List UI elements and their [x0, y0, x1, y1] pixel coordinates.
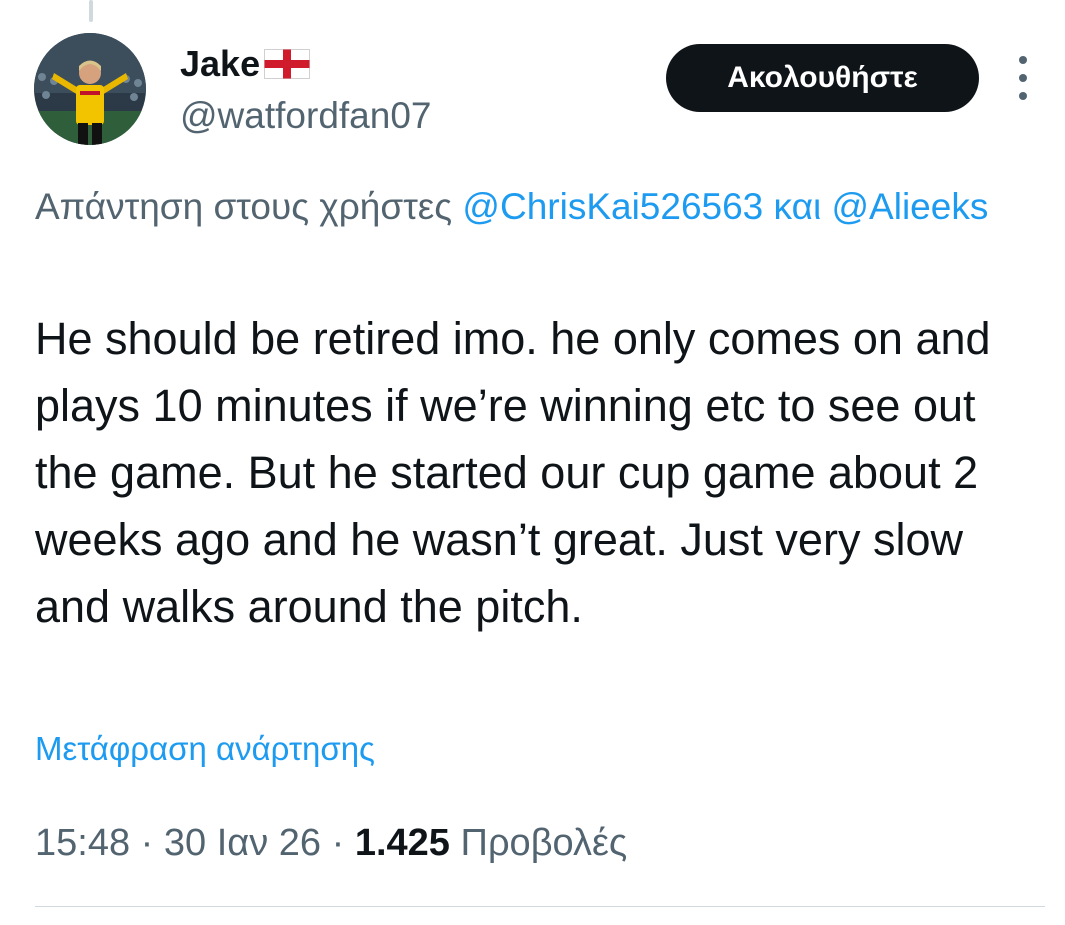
tweet-text: He should be retired imo. he only comes …	[35, 313, 991, 632]
display-name[interactable]: Jake	[180, 43, 311, 85]
reply-context-prefix: Απάντηση στους χρήστες	[35, 186, 453, 227]
divider	[35, 906, 1045, 907]
more-dot	[1019, 92, 1027, 100]
follow-button[interactable]: Ακολουθήστε	[666, 44, 979, 112]
thread-connector-line	[89, 0, 93, 22]
reply-context: Απάντηση στους χρήστες @ChrisKai526563 κ…	[35, 177, 1035, 237]
avatar-photo	[34, 33, 146, 145]
meta-separator: ·	[331, 822, 345, 864]
more-dot	[1019, 56, 1027, 64]
views-label[interactable]: Προβολές	[461, 822, 628, 864]
more-vertical-icon[interactable]	[1008, 56, 1038, 100]
user-handle[interactable]: @watfordfan07	[180, 95, 431, 137]
meta-separator: ·	[140, 822, 154, 864]
avatar[interactable]	[34, 33, 146, 145]
tweet-date[interactable]: 30 Ιαν 26	[164, 822, 321, 864]
translate-post-link[interactable]: Μετάφραση ανάρτησης	[35, 730, 375, 768]
display-name-text: Jake	[180, 43, 261, 84]
mention-link[interactable]: @Alieeks	[832, 186, 989, 227]
england-flag-icon	[264, 49, 311, 79]
more-dot	[1019, 74, 1027, 82]
reply-context-conjunction: και	[773, 186, 822, 227]
views-count[interactable]: 1.425	[355, 822, 450, 864]
tweet-time[interactable]: 15:48	[35, 822, 130, 864]
mention-link[interactable]: @ChrisKai526563	[462, 186, 763, 227]
tweet-metadata: 15:48 · 30 Ιαν 26 · 1.425 Προβολές	[35, 822, 627, 865]
